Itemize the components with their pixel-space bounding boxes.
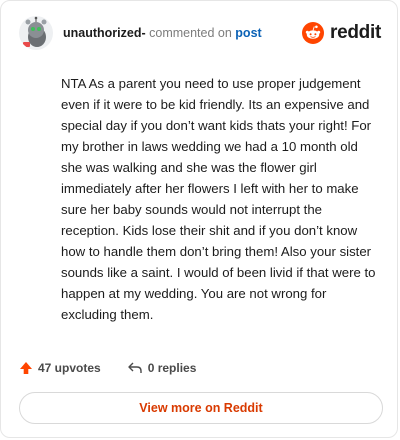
post-link[interactable]: post xyxy=(235,26,261,40)
reddit-alien-icon xyxy=(302,22,325,44)
upvotes-count: 47 upvotes xyxy=(38,361,101,375)
upvote-arrow-icon xyxy=(20,362,32,374)
comment-header: unauthorized- commented on post reddit xyxy=(19,15,381,51)
reply-arrow-icon xyxy=(128,362,142,373)
upvotes-stat[interactable]: 47 upvotes xyxy=(19,361,101,375)
comment-body: NTA As a parent you need to use proper j… xyxy=(61,76,376,322)
embedded-comment-card: unauthorized- commented on post reddit N… xyxy=(0,0,398,438)
snoo-avatar-icon[interactable] xyxy=(19,16,53,50)
username-link[interactable]: unauthorized- xyxy=(63,26,146,40)
replies-stat[interactable]: 0 replies xyxy=(127,361,197,375)
reddit-brand-link[interactable]: reddit xyxy=(302,22,381,44)
reddit-wordmark: reddit xyxy=(330,22,381,43)
action-text: commented on xyxy=(149,26,232,40)
replies-count: 0 replies xyxy=(147,361,197,375)
comment-meta: unauthorized- commented on post xyxy=(63,25,262,41)
view-more-button[interactable]: View more on Reddit xyxy=(19,392,383,424)
comment-stats: 47 upvotes 0 replies xyxy=(19,358,196,378)
